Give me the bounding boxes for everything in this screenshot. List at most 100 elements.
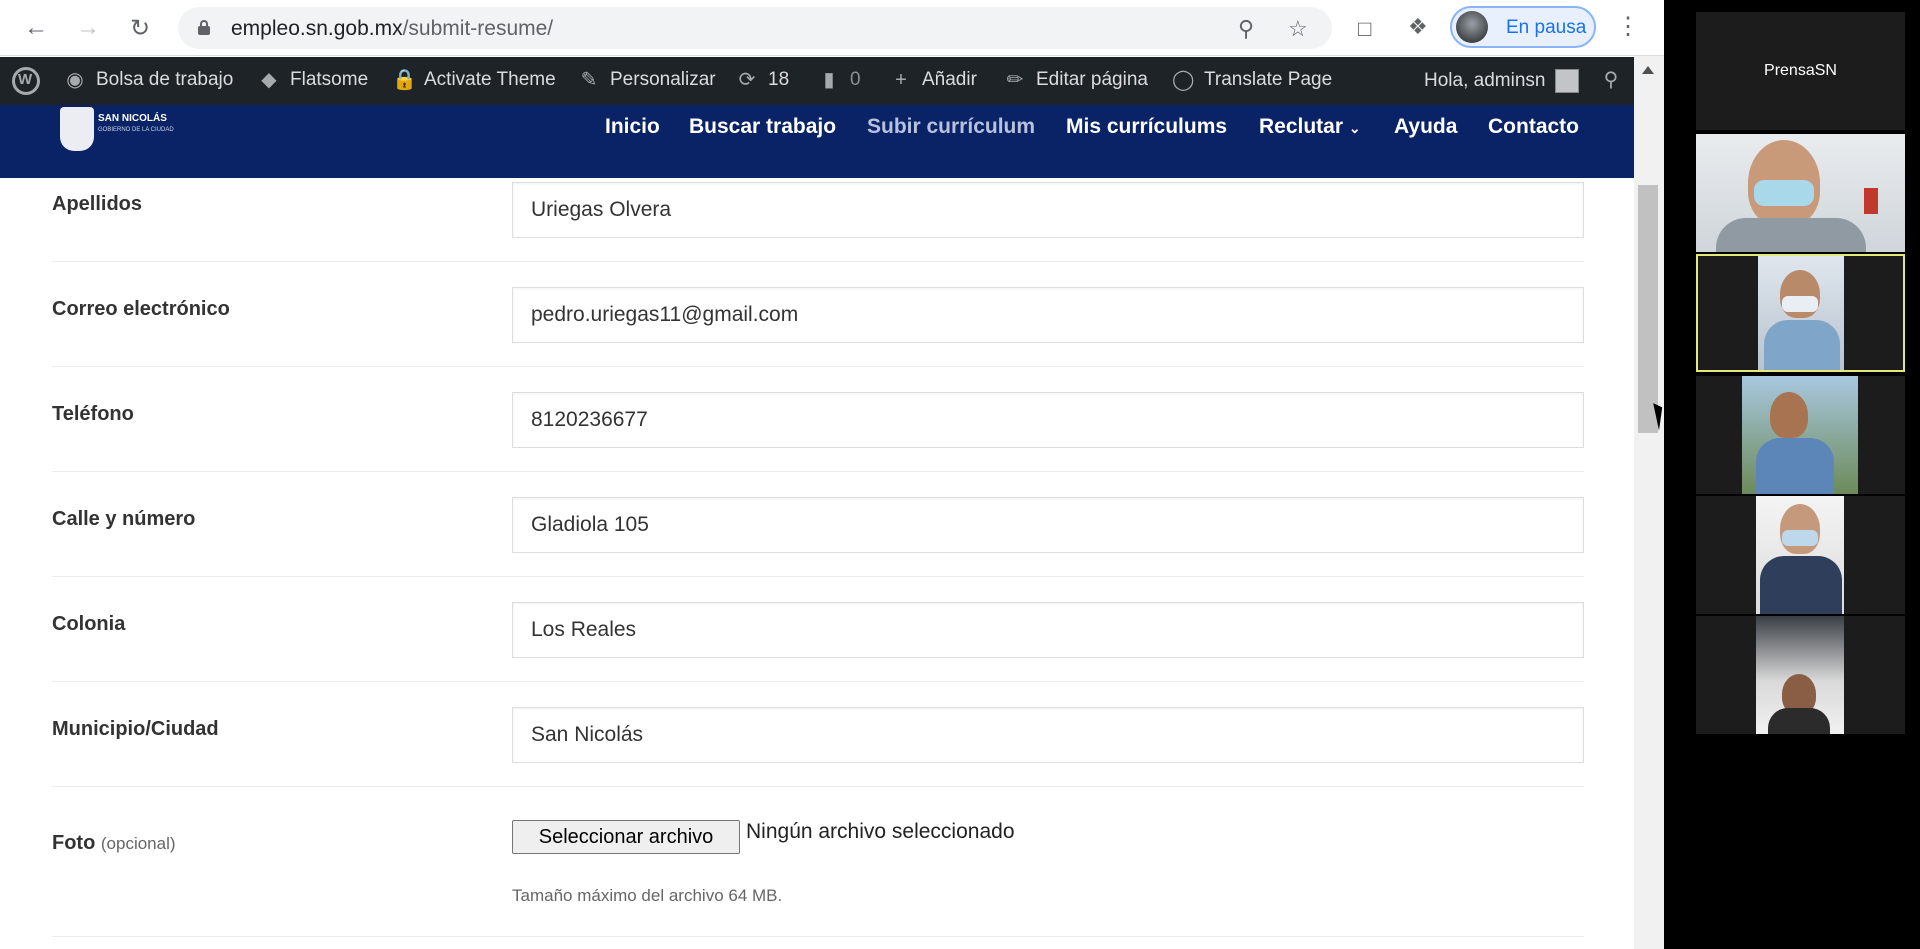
wp-site-name[interactable]: ◉ Bolsa de trabajo bbox=[64, 69, 233, 91]
wp-theme-label: Flatsome bbox=[290, 69, 369, 90]
form-row: Correo electrónico bbox=[52, 262, 1584, 367]
site-logo[interactable]: SAN NICOLÁS GOBIERNO DE LA CIUDAD bbox=[60, 107, 178, 153]
telefono-input[interactable] bbox=[512, 392, 1584, 448]
form-row: Foto (opcional) bbox=[52, 787, 1584, 937]
nav-item-ayuda[interactable]: Ayuda bbox=[1394, 115, 1457, 139]
participant-tile[interactable] bbox=[1696, 376, 1905, 494]
profile-status: En pausa bbox=[1506, 17, 1587, 38]
share-icon[interactable]: □ bbox=[1358, 16, 1371, 42]
nav-item-reclutar-label: Reclutar bbox=[1259, 115, 1344, 138]
lock-icon bbox=[198, 20, 210, 35]
arrow-left-icon: ← bbox=[24, 14, 48, 41]
wp-activate-label: Activate Theme bbox=[424, 69, 556, 90]
field-label: Foto (opcional) bbox=[52, 832, 176, 855]
participant-tile[interactable] bbox=[1696, 496, 1905, 614]
choose-file-button[interactable]: Seleccionar archivo bbox=[512, 820, 740, 854]
brush-icon: ✎ bbox=[580, 69, 598, 91]
apellidos-input[interactable] bbox=[512, 182, 1584, 238]
participant-name: PrensaSN bbox=[1764, 62, 1837, 79]
nav-item-mis-curriculums[interactable]: Mis currículums bbox=[1066, 115, 1227, 139]
address-bar[interactable]: empleo.sn.gob.mx/submit-resume/ ⚲ ☆ bbox=[178, 7, 1332, 49]
participant-body bbox=[1768, 708, 1830, 734]
wp-edit-page[interactable]: ✏ Editar página bbox=[1004, 69, 1148, 91]
wp-customize-label: Personalizar bbox=[610, 69, 716, 90]
resume-form: Apellidos Correo electrónico Teléfono Ca… bbox=[0, 178, 1634, 949]
star-icon[interactable]: ☆ bbox=[1288, 16, 1308, 42]
reload-button[interactable]: ↻ bbox=[124, 12, 156, 44]
participant-body bbox=[1756, 438, 1834, 494]
updates-icon: ⟳ bbox=[738, 69, 756, 91]
field-label: Apellidos bbox=[52, 193, 143, 215]
menu-icon[interactable]: ⋮ bbox=[1616, 12, 1640, 41]
nav-item-contacto[interactable]: Contacto bbox=[1488, 115, 1579, 139]
wp-add-new-label: Añadir bbox=[922, 69, 977, 90]
municipio-input[interactable] bbox=[512, 707, 1584, 763]
face-mask bbox=[1782, 530, 1818, 546]
wp-admin-bar: ◉ Bolsa de trabajo ◆ Flatsome 🔒 Activate Th… bbox=[0, 57, 1664, 105]
lock-icon: 🔒 bbox=[392, 69, 417, 91]
participant-body bbox=[1760, 556, 1842, 614]
wp-activate-theme[interactable]: 🔒 Activate Theme bbox=[392, 69, 556, 91]
nav-item-subir-curriculum[interactable]: Subir currículum bbox=[867, 115, 1035, 139]
scroll-up-icon[interactable] bbox=[1642, 66, 1654, 74]
form-row: Colonia bbox=[52, 577, 1584, 682]
nav-item-inicio[interactable]: Inicio bbox=[605, 115, 660, 139]
participant-tile[interactable] bbox=[1696, 134, 1905, 252]
zoom-icon[interactable]: ⚲ bbox=[1238, 16, 1254, 42]
logo-shield-icon bbox=[60, 107, 94, 151]
extensions-icon[interactable]: ❖ bbox=[1408, 14, 1428, 40]
wp-updates[interactable]: ⟳ 18 bbox=[736, 69, 790, 91]
colonia-input[interactable] bbox=[512, 602, 1584, 658]
face-mask bbox=[1754, 180, 1814, 206]
browser-window: ← → ↻ empleo.sn.gob.mx/submit-resume/ ⚲ … bbox=[0, 0, 1664, 949]
url-host: empleo.sn.gob.mx bbox=[231, 17, 403, 40]
participant-body bbox=[1716, 218, 1866, 252]
wp-search[interactable]: ⚲ bbox=[1600, 69, 1622, 91]
extinguisher-icon bbox=[1864, 188, 1878, 214]
page-scrollbar[interactable] bbox=[1634, 56, 1664, 949]
form-row: Apellidos bbox=[52, 178, 1584, 262]
participant-tile[interactable] bbox=[1696, 616, 1905, 734]
wp-theme[interactable]: ◆ Flatsome bbox=[258, 69, 368, 91]
arrow-right-icon: → bbox=[76, 14, 100, 41]
wp-comments[interactable]: ▮ 0 bbox=[818, 69, 860, 91]
participant-face bbox=[1770, 392, 1808, 438]
url-path: /submit-resume/ bbox=[402, 17, 554, 40]
wp-customize[interactable]: ✎ Personalizar bbox=[578, 69, 716, 91]
wp-add-new[interactable]: + Añadir bbox=[890, 69, 977, 91]
wp-updates-count: 18 bbox=[768, 69, 790, 90]
browser-toolbar: ← → ↻ empleo.sn.gob.mx/submit-resume/ ⚲ … bbox=[0, 0, 1664, 56]
field-label: Municipio/Ciudad bbox=[52, 718, 219, 740]
translate-icon: ◯ bbox=[1172, 69, 1195, 91]
form-row: Teléfono bbox=[52, 367, 1584, 472]
nav-item-buscar-trabajo[interactable]: Buscar trabajo bbox=[689, 115, 836, 139]
email-input[interactable] bbox=[512, 287, 1584, 343]
comment-icon: ▮ bbox=[823, 69, 835, 91]
participant-tile[interactable]: PrensaSN bbox=[1696, 12, 1905, 130]
url-text[interactable]: empleo.sn.gob.mx/submit-resume/ bbox=[231, 17, 553, 41]
profile-button[interactable]: En pausa bbox=[1450, 6, 1596, 48]
screen: ← → ↻ empleo.sn.gob.mx/submit-resume/ ⚲ … bbox=[0, 0, 1920, 949]
wp-account[interactable]: Hola, adminsn bbox=[1424, 69, 1580, 93]
logo-text: SAN NICOLÁS bbox=[98, 113, 167, 124]
wp-translate-label: Translate Page bbox=[1204, 69, 1333, 90]
wp-translate[interactable]: ◯ Translate Page bbox=[1172, 69, 1332, 91]
logo-subtext: GOBIERNO DE LA CIUDAD bbox=[98, 127, 174, 133]
forward-button[interactable]: → bbox=[72, 12, 104, 44]
avatar bbox=[1456, 11, 1488, 43]
plus-icon: + bbox=[895, 69, 907, 91]
file-status: Ningún archivo seleccionado bbox=[746, 820, 1015, 843]
back-button[interactable]: ← bbox=[20, 12, 52, 44]
nav-item-reclutar[interactable]: Reclutar ⌄ bbox=[1259, 115, 1361, 139]
photo-label: Foto bbox=[52, 832, 96, 854]
scrollbar-thumb[interactable] bbox=[1638, 185, 1658, 433]
wp-logo-button[interactable] bbox=[12, 67, 40, 95]
calle-input[interactable] bbox=[512, 497, 1584, 553]
chevron-down-icon: ⌄ bbox=[1348, 120, 1361, 136]
flatsome-icon: ◆ bbox=[261, 69, 277, 91]
field-label: Colonia bbox=[52, 613, 126, 635]
form-row: Calle y número bbox=[52, 472, 1584, 577]
participant-tile-active[interactable] bbox=[1696, 254, 1905, 372]
wp-site-name-label: Bolsa de trabajo bbox=[96, 69, 234, 90]
wp-greeting: Hola, adminsn bbox=[1424, 70, 1546, 91]
